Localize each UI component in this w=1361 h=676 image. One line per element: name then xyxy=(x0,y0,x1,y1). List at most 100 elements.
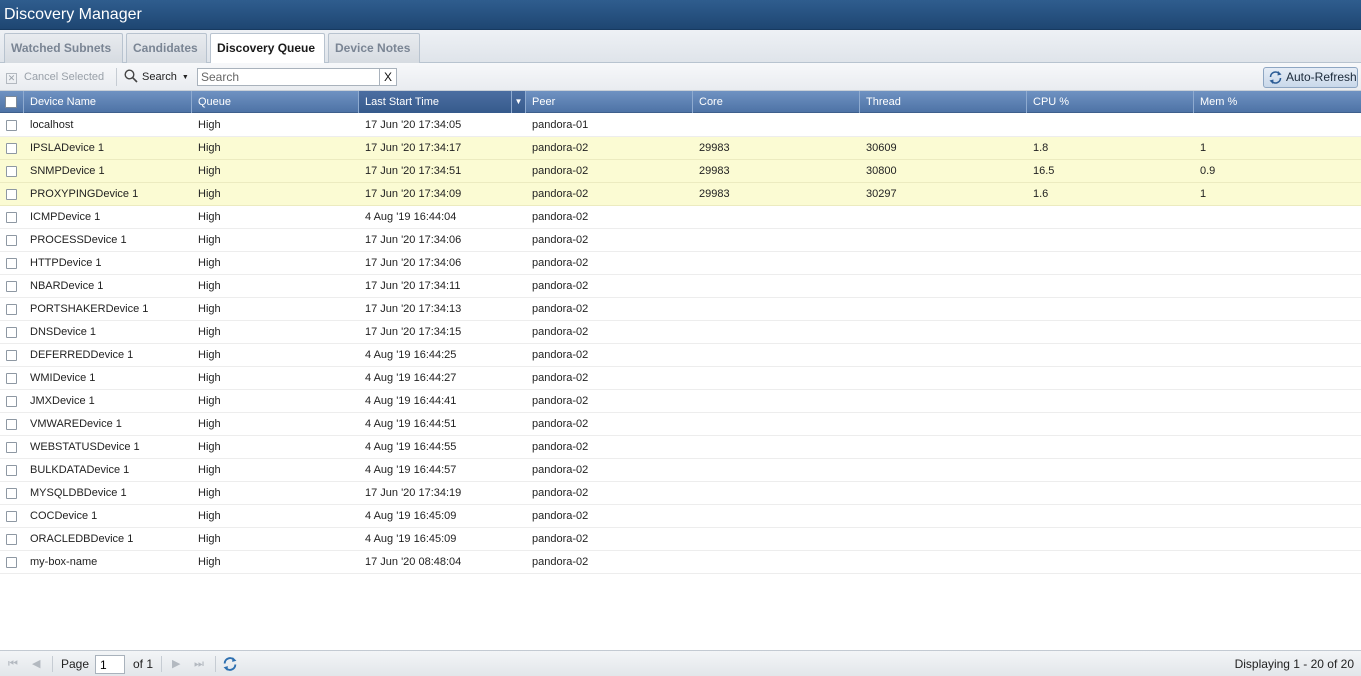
row-checkbox[interactable] xyxy=(6,120,17,131)
cell-cpu xyxy=(1027,505,1194,527)
row-checkbox[interactable] xyxy=(6,442,17,453)
cell-queue: High xyxy=(198,119,221,131)
search-input[interactable] xyxy=(197,68,380,86)
row-checkbox[interactable] xyxy=(6,327,17,338)
table-row[interactable]: PROXYPINGDevice 1 High 17 Jun '20 17:34:09… xyxy=(0,183,1361,206)
column-device-name[interactable]: Device Name xyxy=(24,91,192,113)
table-row[interactable]: DEFERREDDevice 1 High 4 Aug '19 16:44:25 pa… xyxy=(0,344,1361,367)
row-checkbox[interactable] xyxy=(6,281,17,292)
table-row[interactable]: HTTPDevice 1 High 17 Jun '20 17:34:06 pando… xyxy=(0,252,1361,275)
table-row[interactable]: ICMPDevice 1 High 4 Aug '19 16:44:04 pandor… xyxy=(0,206,1361,229)
table-row[interactable]: IPSLADevice 1 High 17 Jun '20 17:34:17 pand… xyxy=(0,137,1361,160)
cell-queue: High xyxy=(198,349,221,361)
cancel-selected-button[interactable]: ✕ Cancel Selected xyxy=(6,69,104,85)
row-checkbox[interactable] xyxy=(6,465,17,476)
row-checkbox[interactable] xyxy=(6,419,17,430)
tab-device-notes[interactable]: Device Notes xyxy=(328,33,420,63)
table-row[interactable]: JMXDevice 1 High 4 Aug '19 16:44:41 pandora… xyxy=(0,390,1361,413)
table-row[interactable]: my-box-name High 17 Jun '20 08:48:04 pandor… xyxy=(0,551,1361,574)
cell-time: 4 Aug '19 16:44:04 xyxy=(365,211,457,223)
first-page-icon[interactable]: ⏮ xyxy=(8,656,18,672)
cell-mem xyxy=(1194,482,1361,504)
auto-refresh-button[interactable]: Auto-Refresh xyxy=(1263,67,1358,88)
cell-device: WEBSTATUSDevice 1 xyxy=(30,441,140,453)
column-cpu[interactable]: CPU % xyxy=(1027,91,1194,113)
cell-time: 17 Jun '20 17:34:06 xyxy=(365,257,462,269)
row-checkbox[interactable] xyxy=(6,189,17,200)
cell-core xyxy=(693,367,860,389)
row-checkbox[interactable] xyxy=(6,557,17,568)
cell-queue: High xyxy=(198,303,221,315)
refresh-icon xyxy=(1269,71,1282,84)
cell-cpu xyxy=(1027,367,1194,389)
table-row[interactable]: MYSQLDBDevice 1 High 17 Jun '20 17:34:19 pa… xyxy=(0,482,1361,505)
column-last-start-time[interactable]: Last Start Time ▼ xyxy=(359,91,526,113)
cell-thread: 30297 xyxy=(866,188,897,200)
table-row[interactable]: NBARDevice 1 High 17 Jun '20 17:34:11 pando… xyxy=(0,275,1361,298)
row-checkbox[interactable] xyxy=(6,350,17,361)
cell-cpu xyxy=(1027,206,1194,228)
table-row[interactable]: ORACLEDBDevice 1 High 4 Aug '19 16:45:09 pa… xyxy=(0,528,1361,551)
table-row[interactable]: PROCESSDevice 1 High 17 Jun '20 17:34:06 pa… xyxy=(0,229,1361,252)
cell-core xyxy=(693,206,860,228)
column-menu-chevron-icon[interactable]: ▼ xyxy=(511,91,525,113)
cell-time: 4 Aug '19 16:44:55 xyxy=(365,441,457,453)
cell-peer: pandora-02 xyxy=(532,142,589,154)
row-checkbox[interactable] xyxy=(6,212,17,223)
row-checkbox[interactable] xyxy=(6,373,17,384)
page-number-input[interactable] xyxy=(95,655,125,674)
prev-page-icon[interactable]: ◀ xyxy=(32,656,40,672)
table-row[interactable]: localhost High 17 Jun '20 17:34:05 pandora-… xyxy=(0,114,1361,137)
row-checkbox[interactable] xyxy=(6,511,17,522)
cell-cpu xyxy=(1027,436,1194,458)
row-checkbox[interactable] xyxy=(6,534,17,545)
column-core[interactable]: Core xyxy=(693,91,860,113)
cell-thread: 30800 xyxy=(866,165,897,177)
cell-queue: High xyxy=(198,487,221,499)
cell-core xyxy=(693,321,860,343)
next-page-icon[interactable]: ▶ xyxy=(172,656,180,672)
cell-queue: High xyxy=(198,257,221,269)
cell-cpu xyxy=(1027,321,1194,343)
tab-watched-subnets[interactable]: Watched Subnets xyxy=(4,33,123,63)
table-row[interactable]: DNSDevice 1 High 17 Jun '20 17:34:15 pandor… xyxy=(0,321,1361,344)
cell-time: 4 Aug '19 16:44:25 xyxy=(365,349,457,361)
column-thread[interactable]: Thread xyxy=(860,91,1027,113)
row-checkbox[interactable] xyxy=(6,396,17,407)
cell-peer: pandora-02 xyxy=(532,418,589,430)
column-queue[interactable]: Queue xyxy=(192,91,359,113)
table-row[interactable]: VMWAREDevice 1 High 4 Aug '19 16:44:51 pand… xyxy=(0,413,1361,436)
cell-mem xyxy=(1194,505,1361,527)
table-row[interactable]: COCDevice 1 High 4 Aug '19 16:45:09 pandora… xyxy=(0,505,1361,528)
cell-device: IPSLADevice 1 xyxy=(30,142,104,154)
row-checkbox[interactable] xyxy=(6,166,17,177)
row-checkbox[interactable] xyxy=(6,235,17,246)
table-row[interactable]: WEBSTATUSDevice 1 High 4 Aug '19 16:44:55 p… xyxy=(0,436,1361,459)
row-checkbox[interactable] xyxy=(6,304,17,315)
column-mem[interactable]: Mem % xyxy=(1194,91,1361,113)
table-row[interactable]: SNMPDevice 1 High 17 Jun '20 17:34:51 pando… xyxy=(0,160,1361,183)
tab-discovery-queue[interactable]: Discovery Queue xyxy=(210,33,325,64)
cell-time: 17 Jun '20 08:48:04 xyxy=(365,556,462,568)
tab-candidates[interactable]: Candidates xyxy=(126,33,207,63)
table-row[interactable]: WMIDevice 1 High 4 Aug '19 16:44:27 pandora… xyxy=(0,367,1361,390)
cell-peer: pandora-02 xyxy=(532,464,589,476)
cell-queue: High xyxy=(198,418,221,430)
cell-cpu: 16.5 xyxy=(1033,165,1055,177)
row-checkbox[interactable] xyxy=(6,143,17,154)
auto-refresh-label: Auto-Refresh xyxy=(1286,70,1357,84)
pager-separator xyxy=(161,656,162,672)
refresh-icon[interactable] xyxy=(222,656,238,672)
clear-search-button[interactable]: X xyxy=(379,68,397,86)
select-all-checkbox[interactable] xyxy=(5,96,17,108)
grid-header: Device Name Queue Last Start Time ▼ Peer… xyxy=(0,91,1361,113)
cell-time: 17 Jun '20 17:34:51 xyxy=(365,165,462,177)
row-checkbox[interactable] xyxy=(6,258,17,269)
cell-cpu xyxy=(1027,252,1194,274)
column-peer[interactable]: Peer xyxy=(526,91,693,113)
search-button[interactable]: Search ▼ xyxy=(124,69,189,85)
row-checkbox[interactable] xyxy=(6,488,17,499)
table-row[interactable]: PORTSHAKERDevice 1 High 17 Jun '20 17:34:1… xyxy=(0,298,1361,321)
last-page-icon[interactable]: ⏭ xyxy=(194,656,204,672)
table-row[interactable]: BULKDATADevice 1 High 4 Aug '19 16:44:57 pa… xyxy=(0,459,1361,482)
